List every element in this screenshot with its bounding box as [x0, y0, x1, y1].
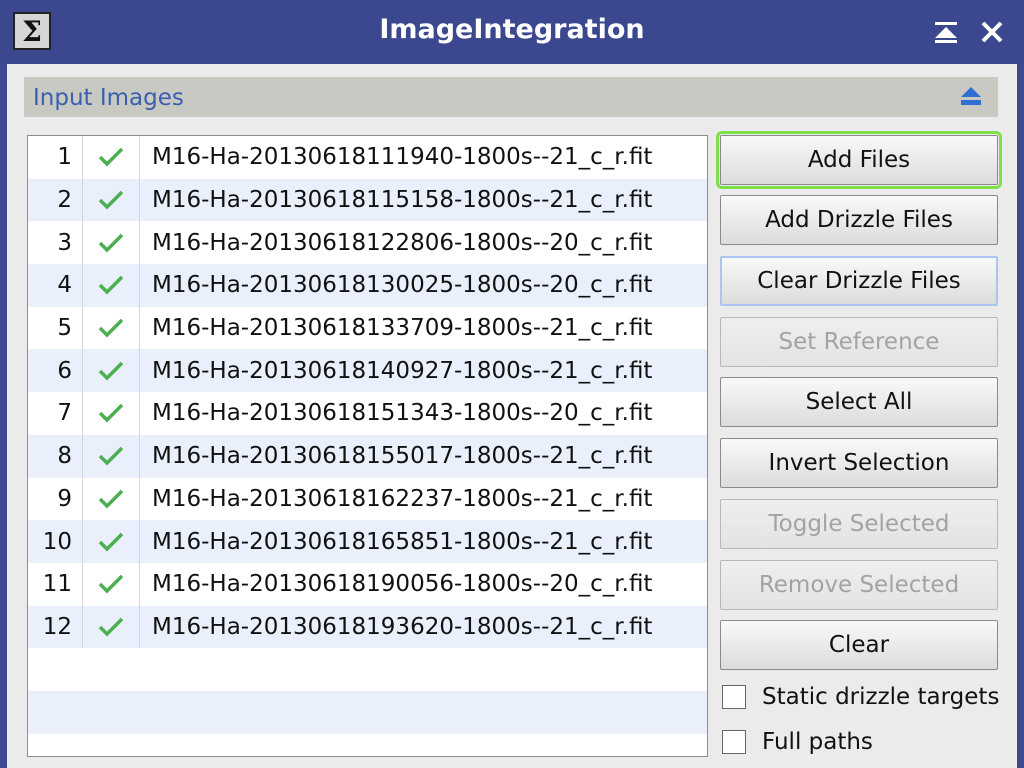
- close-icon[interactable]: [976, 16, 1008, 48]
- checkmark-icon: [98, 532, 124, 552]
- file-name: M16-Ha-20130618151343-1800s--20_c_r.fit: [152, 400, 653, 427]
- checkmark-icon: [98, 446, 124, 466]
- checkmark-icon: [98, 190, 124, 210]
- checkmark-icon: [98, 276, 124, 295]
- file-name: M16-Ha-20130618162237-1800s--21_c_r.fit: [152, 485, 653, 512]
- file-name: M16-Ha-20130618155017-1800s--21_c_r.fit: [152, 443, 653, 470]
- table-row[interactable]: 7 M16-Ha-20130618151343-1800s--20_c_r.fit: [28, 392, 707, 435]
- enabled-toggle[interactable]: [82, 264, 140, 307]
- set-reference-button[interactable]: Set Reference: [720, 317, 998, 367]
- static-drizzle-targets-label: Static drizzle targets: [762, 684, 1000, 710]
- static-drizzle-targets-checkbox[interactable]: [722, 685, 746, 709]
- remove-selected-button[interactable]: Remove Selected: [720, 560, 998, 610]
- row-index: 2: [57, 187, 72, 214]
- file-name: M16-Ha-20130618122806-1800s--20_c_r.fit: [152, 229, 653, 256]
- file-name: M16-Ha-20130618193620-1800s--21_c_r.fit: [152, 613, 653, 640]
- enabled-toggle[interactable]: [82, 221, 140, 265]
- enabled-toggle[interactable]: [82, 178, 140, 222]
- file-name: M16-Ha-20130618130025-1800s--20_c_r.fit: [152, 272, 653, 299]
- table-row[interactable]: 10 M16-Ha-20130618165851-1800s--21_c_r.fi…: [28, 520, 707, 563]
- file-name: M16-Ha-20130618133709-1800s--21_c_r.fit: [152, 315, 653, 342]
- full-paths-checkbox[interactable]: [722, 730, 746, 754]
- file-name: M16-Ha-20130618165851-1800s--21_c_r.fit: [152, 528, 653, 555]
- section-title: Input Images: [33, 85, 184, 111]
- enabled-toggle[interactable]: [82, 349, 140, 393]
- checkmark-icon: [98, 318, 124, 338]
- row-index: 7: [57, 400, 72, 427]
- table-row[interactable]: 6 M16-Ha-20130618140927-1800s--21_c_r.fit: [28, 349, 707, 393]
- invert-selection-button[interactable]: Invert Selection: [720, 438, 998, 488]
- checkmark-icon: [98, 617, 124, 637]
- checkmark-icon: [98, 489, 124, 509]
- file-name: M16-Ha-20130618140927-1800s--21_c_r.fit: [152, 357, 653, 384]
- full-paths-label: Full paths: [762, 729, 873, 755]
- row-index: 5: [57, 315, 72, 342]
- table-row[interactable]: 3 M16-Ha-20130618122806-1800s--20_c_r.fit: [28, 221, 707, 265]
- checkmark-icon: [98, 361, 124, 381]
- enabled-toggle[interactable]: [82, 136, 140, 179]
- row-index: 12: [42, 613, 72, 640]
- table-row[interactable]: 4 M16-Ha-20130618130025-1800s--20_c_r.fit: [28, 264, 707, 307]
- empty-row: [28, 648, 707, 691]
- full-paths-option[interactable]: Full paths: [722, 726, 873, 758]
- checkmark-icon: [98, 574, 124, 594]
- row-index: 9: [57, 485, 72, 512]
- add-files-button[interactable]: Add Files: [716, 131, 1002, 189]
- row-index: 3: [57, 229, 72, 256]
- select-all-button[interactable]: Select All: [720, 377, 998, 427]
- table-row[interactable]: 5 M16-Ha-20130618133709-1800s--21_c_r.fit: [28, 306, 707, 350]
- row-index: 4: [57, 272, 72, 299]
- file-name: M16-Ha-20130618190056-1800s--20_c_r.fit: [152, 571, 653, 598]
- checkmark-icon: [98, 148, 124, 167]
- enabled-toggle[interactable]: [82, 392, 140, 435]
- shade-icon[interactable]: [930, 16, 962, 48]
- row-index: 6: [57, 357, 72, 384]
- input-images-list[interactable]: 1 M16-Ha-20130618111940-1800s--21_c_r.fit…: [27, 135, 708, 757]
- title-bar: Σ ImageIntegration: [0, 0, 1024, 64]
- empty-row: [28, 733, 707, 756]
- empty-row: [28, 690, 707, 734]
- row-index: 10: [42, 528, 72, 555]
- window-title: ImageIntegration: [379, 14, 645, 45]
- row-index: 11: [42, 571, 72, 598]
- enabled-toggle[interactable]: [82, 562, 140, 606]
- enabled-toggle[interactable]: [82, 520, 140, 563]
- checkmark-icon: [98, 233, 124, 253]
- table-row[interactable]: 2 M16-Ha-20130618115158-1800s--21_c_r.fit: [28, 178, 707, 222]
- add-drizzle-files-button[interactable]: Add Drizzle Files: [720, 195, 998, 245]
- row-index: 1: [57, 144, 72, 171]
- collapse-up-icon[interactable]: [957, 84, 985, 112]
- table-row[interactable]: 9 M16-Ha-20130618162237-1800s--21_c_r.fit: [28, 477, 707, 521]
- checkmark-icon: [98, 404, 124, 423]
- row-index: 8: [57, 443, 72, 470]
- clear-button[interactable]: Clear: [720, 620, 998, 670]
- enabled-toggle[interactable]: [82, 605, 140, 649]
- toggle-selected-button[interactable]: Toggle Selected: [720, 499, 998, 549]
- enabled-toggle[interactable]: [82, 306, 140, 350]
- enabled-toggle[interactable]: [82, 477, 140, 521]
- file-name: M16-Ha-20130618115158-1800s--21_c_r.fit: [152, 187, 653, 214]
- static-drizzle-targets-option[interactable]: Static drizzle targets: [722, 681, 999, 713]
- enabled-toggle[interactable]: [82, 434, 140, 478]
- table-row[interactable]: 1 M16-Ha-20130618111940-1800s--21_c_r.fit: [28, 136, 707, 179]
- table-row[interactable]: 8 M16-Ha-20130618155017-1800s--21_c_r.fit: [28, 434, 707, 478]
- table-row[interactable]: 11 M16-Ha-20130618190056-1800s--20_c_r.fi…: [28, 562, 707, 606]
- clear-drizzle-files-button[interactable]: Clear Drizzle Files: [720, 256, 998, 306]
- file-name: M16-Ha-20130618111940-1800s--21_c_r.fit: [152, 144, 653, 171]
- table-row[interactable]: 12 M16-Ha-20130618193620-1800s--21_c_r.fi…: [28, 605, 707, 649]
